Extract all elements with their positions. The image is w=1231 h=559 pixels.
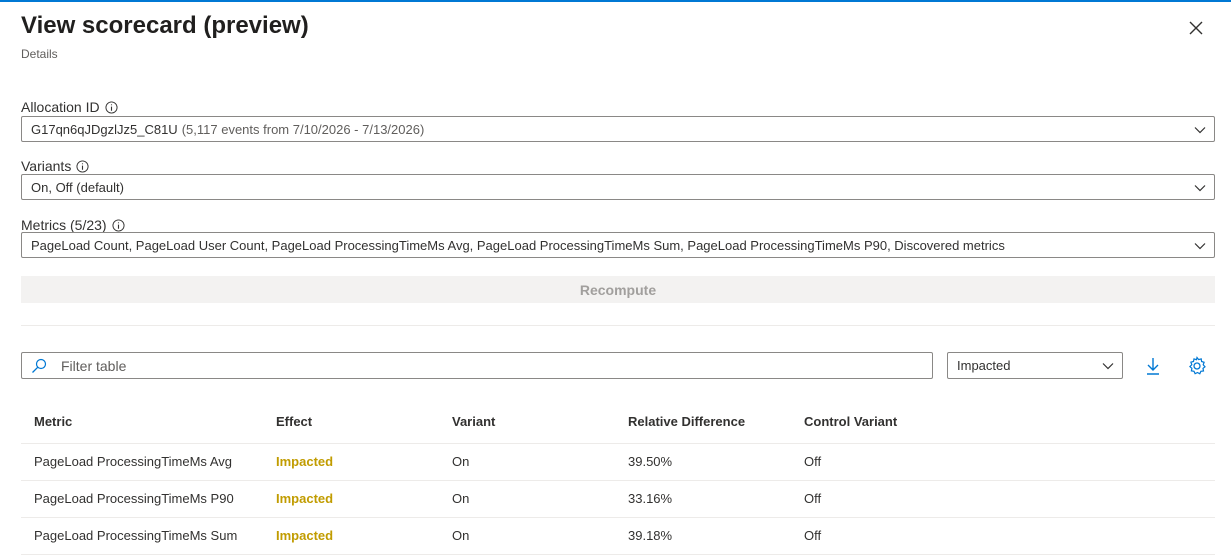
info-icon[interactable] — [112, 218, 125, 232]
effect-filter-value: Impacted — [957, 358, 1011, 373]
allocation-label-text: Allocation ID — [21, 99, 100, 115]
top-accent-line — [0, 0, 1231, 2]
close-icon[interactable] — [1186, 18, 1206, 38]
column-header-relative-difference[interactable]: Relative Difference — [615, 400, 791, 444]
effect-filter-dropdown[interactable]: Impacted — [947, 352, 1123, 379]
cell-effect: Impacted — [263, 517, 439, 555]
chevron-down-icon — [1194, 185, 1206, 192]
section-divider — [21, 325, 1215, 326]
column-header-control-variant[interactable]: Control Variant — [791, 400, 1215, 444]
cell-control-variant: Off — [791, 443, 1215, 481]
gear-icon[interactable] — [1187, 356, 1207, 376]
cell-metric: PageLoad ProcessingTimeMs Avg — [21, 443, 263, 481]
cell-effect: Impacted — [263, 480, 439, 518]
chevron-down-icon — [1194, 243, 1206, 250]
cell-variant: On — [439, 480, 615, 518]
cell-relative-difference: 39.50% — [615, 443, 791, 481]
recompute-button[interactable]: Recompute — [21, 276, 1215, 303]
info-icon[interactable] — [105, 100, 118, 114]
variants-dropdown[interactable]: On, Off (default) — [21, 174, 1215, 200]
metrics-label-text: Metrics (5/23) — [21, 217, 107, 233]
cell-metric: PageLoad ProcessingTimeMs P90 — [21, 480, 263, 518]
variants-value: On, Off (default) — [31, 179, 124, 195]
info-icon[interactable] — [76, 159, 89, 173]
filter-box[interactable] — [21, 352, 933, 379]
table-row[interactable]: PageLoad ProcessingTimeMs Sum Impacted O… — [21, 517, 1215, 555]
download-icon[interactable] — [1143, 356, 1163, 376]
metrics-label: Metrics (5/23) — [21, 217, 125, 233]
allocation-label: Allocation ID — [21, 99, 118, 115]
search-icon — [32, 358, 47, 373]
cell-control-variant: Off — [791, 480, 1215, 518]
table-row[interactable]: PageLoad ProcessingTimeMs P90 Impacted O… — [21, 480, 1215, 518]
allocation-dropdown[interactable]: G17qn6qJDgzlJz5_C81U (5,117 events from … — [21, 116, 1215, 142]
variants-label-text: Variants — [21, 158, 72, 174]
table-row[interactable]: PageLoad ProcessingTimeMs Avg Impacted O… — [21, 443, 1215, 481]
filter-input[interactable] — [61, 357, 901, 374]
cell-relative-difference: 39.18% — [615, 517, 791, 555]
cell-effect: Impacted — [263, 443, 439, 481]
page-subtitle: Details — [21, 47, 58, 61]
cell-relative-difference: 33.16% — [615, 480, 791, 518]
allocation-value: G17qn6qJDgzlJz5_C81U — [31, 121, 178, 137]
column-header-effect[interactable]: Effect — [263, 400, 439, 444]
column-header-variant[interactable]: Variant — [439, 400, 615, 444]
page-title: View scorecard (preview) — [21, 12, 309, 39]
scorecard-table: Metric Effect Variant Relative Differenc… — [21, 400, 1215, 555]
metrics-dropdown[interactable]: PageLoad Count, PageLoad User Count, Pag… — [21, 232, 1215, 258]
metrics-value: PageLoad Count, PageLoad User Count, Pag… — [31, 237, 1005, 253]
chevron-down-icon — [1194, 127, 1206, 134]
table-header-row: Metric Effect Variant Relative Differenc… — [21, 400, 1215, 444]
cell-control-variant: Off — [791, 517, 1215, 555]
variants-label: Variants — [21, 158, 89, 174]
cell-variant: On — [439, 443, 615, 481]
allocation-detail: (5,117 events from 7/10/2026 - 7/13/2026… — [181, 121, 425, 137]
column-header-metric[interactable]: Metric — [21, 400, 263, 444]
chevron-down-icon — [1102, 363, 1114, 370]
cell-variant: On — [439, 517, 615, 555]
cell-metric: PageLoad ProcessingTimeMs Sum — [21, 517, 263, 555]
